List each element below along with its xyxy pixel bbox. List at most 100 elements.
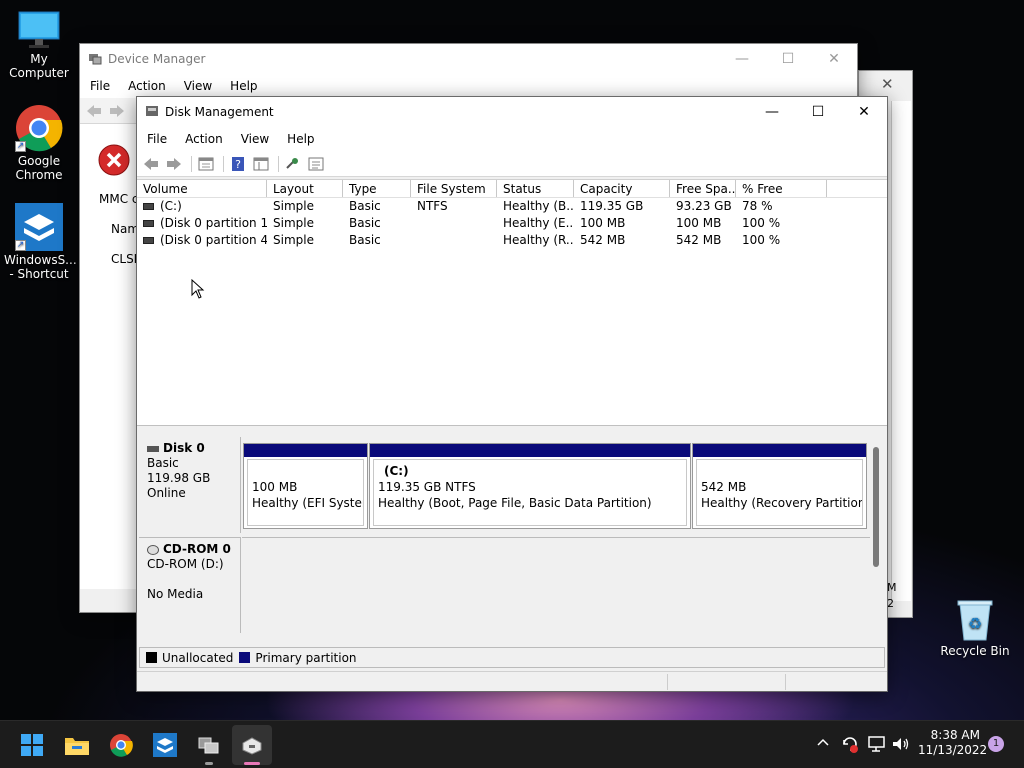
disk-management-window[interactable]: Disk Management — ☐ ✕ File Action View H…	[136, 96, 888, 692]
menu-file[interactable]: File	[81, 79, 119, 93]
notification-badge[interactable]: 1	[988, 736, 1004, 752]
partition-size: 119.35 GB NTFS	[378, 480, 476, 494]
table-row[interactable]: (Disk 0 partition 4) Simple Basic Health…	[137, 232, 887, 249]
partition-efi[interactable]: 100 MB Healthy (EFI System P	[243, 443, 368, 529]
forward-arrow-icon[interactable]	[164, 155, 184, 173]
legend-unallocated: Unallocated	[162, 650, 234, 665]
legend-swatch-primary	[239, 652, 251, 663]
disk-icon	[147, 445, 159, 452]
desktop-icon-recycle-bin[interactable]: ♻ Recycle Bin	[936, 598, 1014, 658]
connect-icon[interactable]	[283, 155, 303, 173]
table-row[interactable]: (Disk 0 partition 1) Simple Basic Health…	[137, 215, 887, 232]
type-cell: Basic	[349, 233, 381, 247]
svg-text:♻: ♻	[968, 614, 982, 633]
cdrom-drive: CD-ROM (D:)	[147, 557, 224, 571]
col-percent-free[interactable]: % Free	[736, 180, 827, 197]
menu-action[interactable]: Action	[119, 79, 175, 93]
pane-splitter[interactable]	[137, 425, 887, 433]
device-manager-minimize-button[interactable]: —	[719, 44, 765, 74]
notification-count: 1	[992, 738, 1000, 749]
volume-name: (C:)	[160, 199, 182, 213]
disk-management-toolbar: ?	[137, 151, 887, 177]
taskbar-chrome[interactable]	[106, 730, 136, 760]
volume-list-header: Volume Layout Type File System Status Ca…	[137, 180, 887, 198]
device-manager-close-button[interactable]: ✕	[811, 44, 857, 74]
disk-0-size: 119.98 GB	[147, 471, 211, 485]
taskbar-windows-sandbox[interactable]	[150, 730, 180, 760]
desktop-icon-windows-sandbox[interactable]: ↗ WindowsS... - Shortcut	[0, 203, 78, 281]
col-status[interactable]: Status	[497, 180, 574, 197]
menu-action[interactable]: Action	[176, 132, 232, 146]
svg-text:?: ?	[235, 158, 241, 171]
col-file-system[interactable]: File System	[411, 180, 497, 197]
menu-view[interactable]: View	[175, 79, 221, 93]
network-icon[interactable]	[867, 735, 887, 756]
clock-time: 8:38 AM	[930, 728, 980, 742]
shortcut-arrow-icon: ↗	[15, 240, 26, 251]
col-volume[interactable]: Volume	[137, 180, 267, 197]
sandbox-icon: ↗	[15, 203, 63, 251]
desktop-icon-label: My Computer	[9, 52, 69, 80]
pct-cell: 100 %	[742, 216, 781, 230]
layout-cell: Simple	[273, 199, 314, 213]
taskbar-file-explorer[interactable]	[62, 730, 92, 760]
background-window-close-button[interactable]: ✕	[881, 75, 894, 93]
partition-status: Healthy (EFI System P	[252, 496, 363, 510]
clock[interactable]: 8:38 AM 11/13/2022	[918, 728, 987, 758]
menu-view[interactable]: View	[232, 132, 278, 146]
device-manager-title: Device Manager	[108, 52, 206, 66]
menu-file[interactable]: File	[138, 132, 176, 146]
disk-management-app-icon	[145, 104, 159, 121]
maximize-button[interactable]: ☐	[795, 97, 841, 127]
back-arrow-icon[interactable]	[141, 155, 161, 173]
list-view-icon[interactable]	[306, 155, 326, 173]
partition-status: Healthy (Boot, Page File, Basic Data Par…	[378, 496, 652, 510]
drive-icon	[143, 202, 154, 210]
close-button[interactable]: ✕	[841, 97, 887, 127]
fs-cell	[411, 232, 497, 249]
help-icon[interactable]: ?	[228, 155, 248, 173]
status-cell: Healthy (B...	[503, 199, 574, 213]
table-row[interactable]: (C:) Simple Basic NTFS Healthy (B... 119…	[137, 198, 887, 215]
partial-text-name: Nam	[111, 222, 140, 236]
menu-help[interactable]: Help	[221, 79, 266, 93]
properties-icon[interactable]	[196, 155, 216, 173]
cdrom-name: CD-ROM 0	[163, 542, 231, 556]
partition-c[interactable]: (C:) 119.35 GB NTFS Healthy (Boot, Page …	[369, 443, 691, 529]
start-button[interactable]	[17, 730, 47, 760]
device-manager-maximize-button[interactable]: ☐	[765, 44, 811, 74]
sync-alert-icon[interactable]	[840, 734, 860, 757]
col-type[interactable]: Type	[343, 180, 411, 197]
taskbar-device-manager[interactable]	[194, 730, 224, 760]
col-capacity[interactable]: Capacity	[574, 180, 670, 197]
desktop-icon-my-computer[interactable]: My Computer	[0, 10, 78, 80]
error-icon	[98, 144, 130, 179]
col-layout[interactable]: Layout	[267, 180, 343, 197]
menu-help[interactable]: Help	[278, 132, 323, 146]
vertical-scrollbar[interactable]	[873, 447, 879, 567]
partition-recovery[interactable]: 542 MB Healthy (Recovery Partition)	[692, 443, 867, 529]
fs-cell	[411, 215, 497, 232]
desktop-icon-chrome[interactable]: ↗ Google Chrome	[0, 104, 78, 182]
device-manager-titlebar[interactable]: Device Manager — ☐ ✕	[80, 44, 857, 74]
disk-management-titlebar[interactable]: Disk Management — ☐ ✕	[137, 97, 887, 127]
chrome-icon	[110, 734, 133, 757]
volume-name: (Disk 0 partition 1)	[160, 216, 267, 230]
disk-0-info[interactable]: Disk 0 Basic 119.98 GB Online	[139, 437, 241, 533]
show-hide-console-icon[interactable]	[251, 155, 271, 173]
taskbar-disk-management[interactable]	[237, 730, 267, 760]
partition-title: (C:)	[384, 464, 409, 478]
disk-management-title: Disk Management	[165, 105, 274, 119]
back-arrow-icon[interactable]	[84, 102, 104, 120]
desktop-icon-label: Recycle Bin	[940, 644, 1010, 658]
volume-list[interactable]: Volume Layout Type File System Status Ca…	[137, 179, 887, 425]
minimize-button[interactable]: —	[749, 97, 795, 127]
capacity-cell: 100 MB	[580, 216, 626, 230]
partition-size: 100 MB	[252, 480, 298, 494]
volume-icon[interactable]	[891, 735, 911, 756]
forward-arrow-icon[interactable]	[107, 102, 127, 120]
show-hidden-icons-chevron-icon[interactable]	[816, 735, 830, 751]
free-cell: 542 MB	[676, 233, 722, 247]
cdrom-0-info[interactable]: CD-ROM 0 CD-ROM (D:) No Media	[139, 537, 241, 633]
col-free-space[interactable]: Free Spa...	[670, 180, 736, 197]
